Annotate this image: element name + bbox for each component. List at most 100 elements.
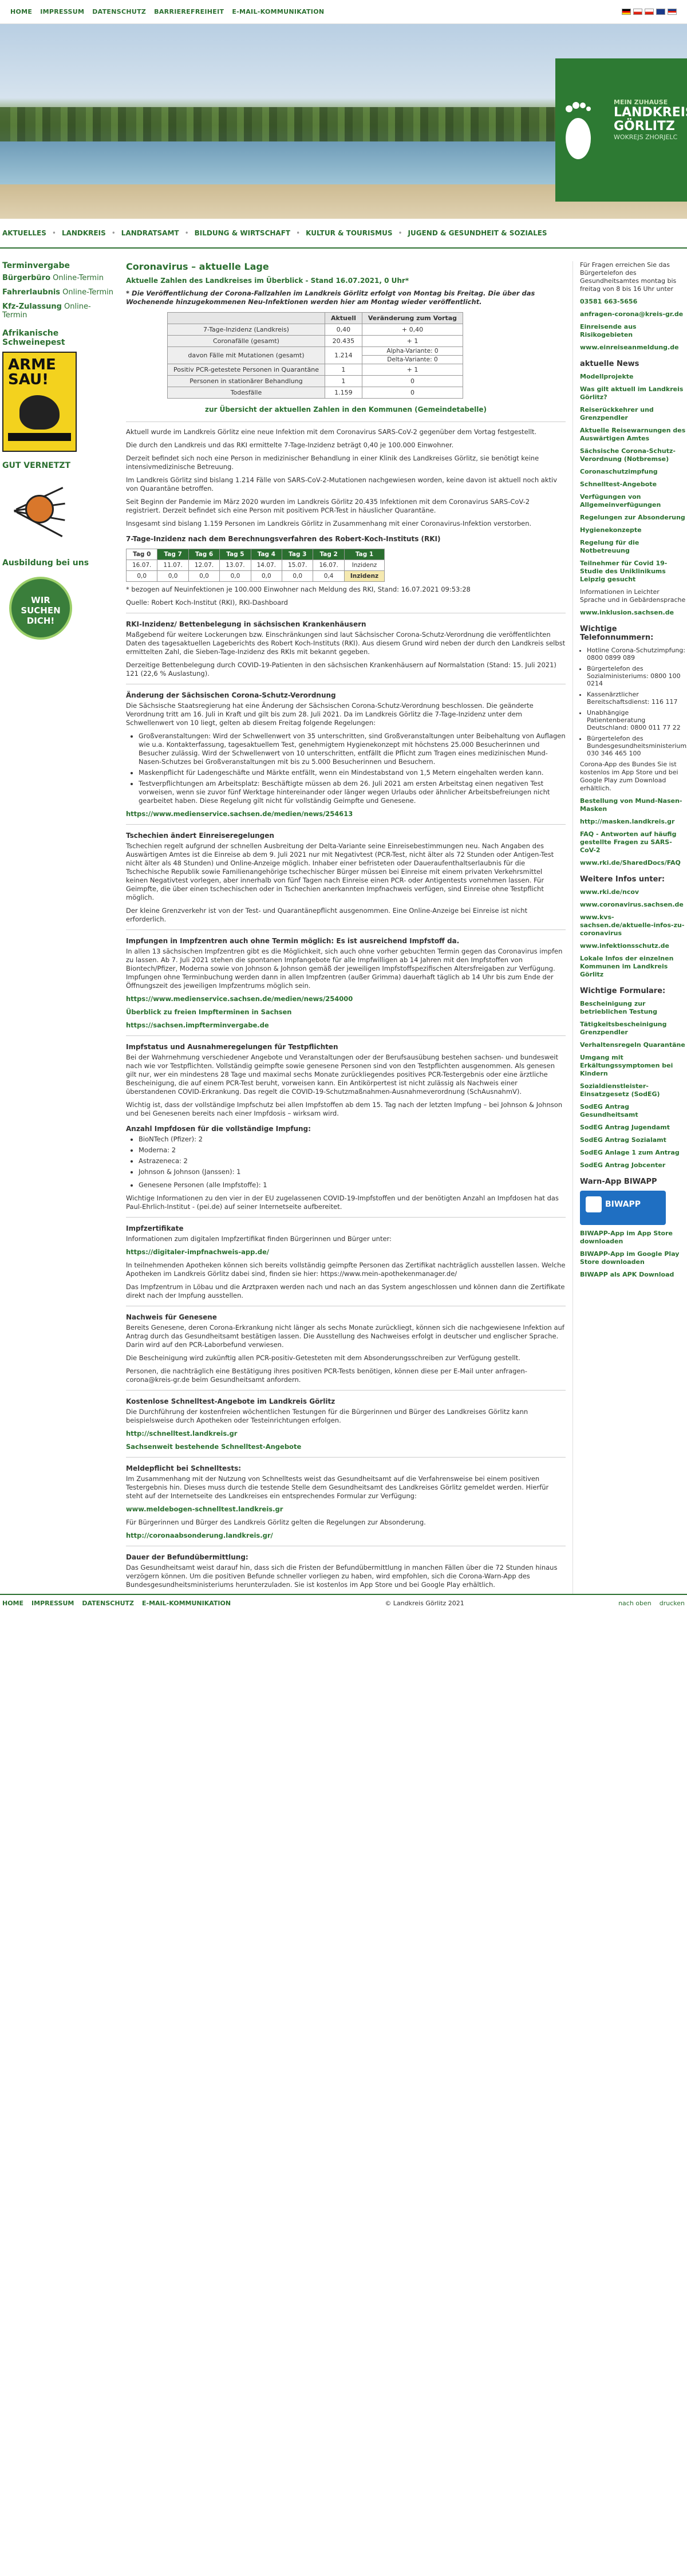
impfterminvergabe-link[interactable]: https://sachsen.impfterminvergabe.de [126,1021,566,1030]
nav-bildung[interactable]: BILDUNG & WIRTSCHAFT [195,229,290,237]
nav-aktuelles[interactable]: AKTUELLES [2,229,46,237]
nav-landkreis[interactable]: LANDKREIS [62,229,106,237]
einreise-link[interactable]: www.einreiseanmeldung.de [580,344,687,352]
form-link[interactable]: SodEG Anlage 1 zum Antrag [580,1149,687,1157]
col-veraenderung: Veränderung zum Vortag [361,312,464,324]
biwapp-link[interactable]: BIWAPP-App im Google Play Store download… [580,1250,687,1266]
footer-link-email[interactable]: E-MAIL-KOMMUNIKATION [142,1600,231,1607]
schnelltest-link[interactable]: http://schnelltest.landkreis.gr [126,1429,566,1438]
top-link-barrierefreiheit[interactable]: BARRIEREFREIHEIT [154,8,224,15]
news-link[interactable]: Regelung für die Notbetreuung [580,539,687,555]
spider-icon[interactable] [2,475,77,549]
meldebogen-link[interactable]: www.meldebogen-schnelltest.landkreis.gr [126,1505,566,1514]
col-aktuell: Aktuell [324,312,362,324]
wir-suchen-badge[interactable]: WIR SUCHEN DICH! [2,572,77,647]
termin-kfz[interactable]: Kfz-Zulassung Online-Termin [2,302,114,320]
list-item: Maskenpflicht für Ladengeschäfte und Mär… [139,769,566,777]
buergertelefon-phone[interactable]: 03581 663-5656 [580,298,687,306]
flag-gb-icon[interactable] [656,9,665,15]
termin-buergerbuero[interactable]: Bürgerbüro Online-Termin [2,274,114,282]
site-logo[interactable]: MEIN ZUHAUSE LANDKREIS GÖRLITZ WOKREJS Z… [555,58,687,202]
section-genesene-title: Nachweis für Genesene [126,1313,217,1321]
top-link-impressum[interactable]: IMPRESSUM [40,8,84,15]
nav-jugend[interactable]: JUGEND & GESUNDHEIT & SOZIALES [408,229,547,237]
page-title: Coronavirus – aktuelle Lage [126,261,269,272]
news-link[interactable]: Was gilt aktuell im Landkreis Görlitz? [580,385,687,401]
form-link[interactable]: SodEG Antrag Gesundheitsamt [580,1103,687,1119]
corona-app-text: Corona-App des Bundes Sie ist kostenlos … [580,761,678,792]
print-link[interactable]: drucken [660,1600,685,1607]
top-link-datenschutz[interactable]: DATENSCHUTZ [92,8,146,15]
flag-sorb-icon[interactable] [668,9,677,15]
gemeindetabelle-link[interactable]: zur Übersicht der aktuellen Zahlen in de… [126,405,566,413]
gut-vernetzt-title[interactable]: GUT VERNETZT [2,461,114,470]
sachsenweit-link[interactable]: Sachsenweit bestehende Schnelltest-Angeb… [126,1443,566,1451]
ausbildung-title[interactable]: Ausbildung bei uns [2,558,114,568]
list-item: Moderna: 2 [139,1146,566,1155]
biwapp-banner[interactable]: BIWAPP [580,1191,666,1225]
form-link[interactable]: Verhaltensregeln Quarantäne [580,1041,687,1049]
scroll-top-link[interactable]: nach oben [618,1600,652,1607]
medienservice-link[interactable]: https://www.medienservice.sachsen.de/med… [126,810,566,818]
info-link[interactable]: www.coronavirus.sachsen.de [580,901,687,909]
form-link[interactable]: SodEG Antrag Jugendamt [580,1124,687,1132]
telefon-list: Hotline Corona-Schutzimpfung: 0800 0899 … [587,647,687,757]
publication-note: * Die Veröffentlichung der Corona-Fallza… [126,289,535,306]
form-link[interactable]: Umgang mit Erkältungssymptomen bei Kinde… [580,1054,687,1078]
news-link[interactable]: Sächsische Corona-Schutz-Verordnung (Not… [580,447,687,463]
news-link[interactable]: Reiserückkehrer und Grenzpendler [580,406,687,422]
footer-link-impressum[interactable]: IMPRESSUM [31,1600,74,1607]
impftermine-overview[interactable]: Überblick zu freien Impfterminen in Sach… [126,1008,566,1017]
lokale-infos-link[interactable]: Lokale Infos der einzelnen Kommunen im L… [580,955,687,979]
arme-sau-banner[interactable]: ARME SAU! [2,352,77,452]
para-inzidenz: Die durch den Landkreis und das RKI ermi… [126,441,454,449]
news-link[interactable]: Aktuelle Reisewarnungen des Auswärtigen … [580,427,687,443]
page-layout: Terminvergabe Bürgerbüro Online-Termin F… [0,249,687,1594]
news-link[interactable]: Regelungen zur Absonderung [580,514,687,522]
rki-source[interactable]: Quelle: Robert Koch-Institut (RKI), RKI-… [126,598,566,607]
masken-link[interactable]: http://masken.landkreis.gr [580,818,687,826]
einreise-title: Einreisende aus Risikogebieten [580,323,637,338]
form-link[interactable]: SodEG Antrag Jobcenter [580,1161,687,1169]
news-link[interactable]: Coronaschutzimpfung [580,468,687,476]
footer-link-datenschutz[interactable]: DATENSCHUTZ [82,1600,134,1607]
footer: HOME IMPRESSUM DATENSCHUTZ E-MAIL-KOMMUN… [0,1594,687,1611]
biwapp-link[interactable]: BIWAPP als APK Download [580,1271,687,1279]
nav-kultur[interactable]: KULTUR & TOURISMUS [306,229,392,237]
flag-cz-icon[interactable] [645,9,654,15]
corona-email[interactable]: anfragen-corona@kreis-gr.de [580,310,687,318]
info-link[interactable]: www.kvs-sachsen.de/aktuelle-infos-zu-cor… [580,913,687,938]
info-link[interactable]: www.infektionsschutz.de [580,942,687,950]
absonderung-link[interactable]: http://coronaabsonderung.landkreis.gr/ [126,1531,566,1540]
news-link[interactable]: Hygienekonzepte [580,526,687,534]
termin-fahrerlaubnis[interactable]: Fahrerlaubnis Online-Termin [2,288,114,297]
form-link[interactable]: Sozialdienstleister-Einsatzgesetz (SodEG… [580,1082,687,1098]
para-infektion: Aktuell wurde im Landkreis Görlitz eine … [126,428,537,436]
news-link[interactable]: Teilnehmer für Covid 19-Studie des Unikl… [580,560,687,584]
banner-bar [8,433,71,441]
top-link-home[interactable]: HOME [10,8,32,15]
inklusion-link[interactable]: www.inklusion.sachsen.de [580,609,687,617]
form-link[interactable]: Tätigkeitsbescheinigung Grenzpendler [580,1021,687,1037]
footer-link-home[interactable]: HOME [2,1600,23,1607]
para-behandlung: Derzeit befindet sich noch eine Person i… [126,454,539,471]
warn-app-title: Warn-App BIWAPP [580,1177,657,1186]
news-link[interactable]: Modellprojekte [580,373,687,381]
biwapp-link[interactable]: BIWAPP-App im App Store downloaden [580,1230,687,1246]
news-link[interactable]: Schnelltest-Angebote [580,480,687,489]
info-link[interactable]: www.rki.de/ncov [580,888,687,896]
flag-pl-icon[interactable] [633,9,642,15]
section-impfungen-title: Impfungen in Impfzentren auch ohne Termi… [126,937,460,945]
impfdosen-list: BioNTech (Pfizer): 2 Moderna: 2 Astrazen… [139,1135,566,1176]
impfungen-news-link[interactable]: https://www.medienservice.sachsen.de/med… [126,995,566,1003]
asp-title[interactable]: Afrikanische Schweinepest [2,329,114,347]
form-link[interactable]: SodEG Antrag Sozialamt [580,1136,687,1144]
nav-landratsamt[interactable]: LANDRATSAMT [121,229,179,237]
news-link[interactable]: Verfügungen von Allgemeinverfügungen [580,493,687,509]
top-link-email[interactable]: E-MAIL-KOMMUNIKATION [232,8,324,15]
faq-link[interactable]: www.rki.de/SharedDocs/FAQ [580,859,687,867]
form-link[interactable]: Bescheinigung zur betrieblichen Testung [580,1000,687,1016]
impfnachweis-link[interactable]: https://digitaler-impfnachweis-app.de/ [126,1248,566,1257]
language-flags [622,9,677,15]
flag-de-icon[interactable] [622,9,631,15]
